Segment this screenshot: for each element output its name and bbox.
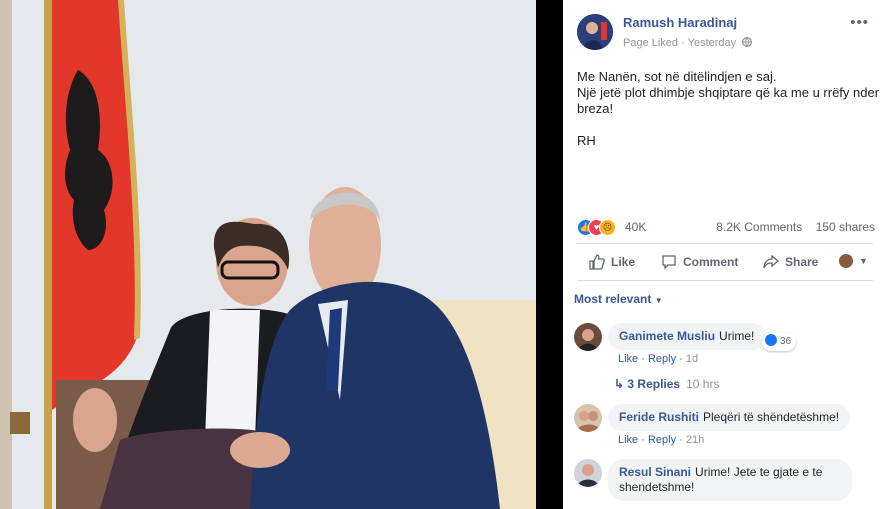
sad-reaction-icon: ☹: [599, 219, 616, 236]
comment-text: Urime!: [719, 329, 755, 343]
post-photo[interactable]: [0, 0, 536, 509]
page-liked-label[interactable]: Page Liked: [623, 37, 678, 49]
divider: [577, 243, 873, 244]
globe-icon: [739, 36, 753, 49]
post-meta: Page Liked · Yesterday: [623, 36, 753, 49]
more-options-button[interactable]: •••: [850, 14, 869, 31]
share-button[interactable]: Share: [763, 254, 818, 270]
replies-time: 10 hrs: [686, 377, 720, 391]
post-text-line: breza!: [577, 101, 614, 116]
sort-label: Most relevant: [574, 292, 652, 306]
author-avatar[interactable]: [577, 14, 613, 50]
chevron-down-icon: ▼: [859, 256, 868, 266]
comment-time[interactable]: 21h: [686, 434, 704, 446]
comment-label: Comment: [683, 255, 739, 269]
share-icon: [763, 254, 779, 269]
author-name[interactable]: Ramush Haradinaj: [623, 15, 737, 30]
comment-like-link[interactable]: Like: [618, 353, 638, 365]
reactions-count[interactable]: 40K: [625, 220, 646, 234]
comment-reply-link[interactable]: Reply: [648, 434, 676, 446]
comment-bubble: Ganimete Musliu Urime!: [608, 323, 766, 350]
chevron-down-icon: ▼: [654, 296, 663, 305]
thumbs-up-icon: [589, 254, 605, 270]
post-actions: Like Comment Share ▼: [577, 248, 873, 276]
comment-button[interactable]: Comment: [661, 254, 738, 270]
photo-illustration: [0, 0, 536, 509]
page-avatar-icon: [839, 254, 853, 268]
post-text: Me Nanën, sot në ditëlindjen e saj. Një …: [577, 69, 880, 149]
post-header: Ramush Haradinaj Page Liked · Yesterday …: [577, 12, 881, 56]
share-label: Share: [785, 255, 819, 269]
post-time[interactable]: Yesterday: [688, 37, 737, 49]
comment-text: shendetshme!: [619, 480, 695, 494]
comment-actions: Like · Reply · 21h: [618, 434, 705, 446]
comment-bubble: Resul Sinani Urime! Jete te gjate e te sh…: [608, 459, 852, 501]
view-replies-link[interactable]: ↳ 3 Replies 10 hrs: [614, 377, 719, 391]
post-stats: 8.2K Comments 150 shares: [716, 220, 875, 234]
commenter-avatar[interactable]: [574, 323, 602, 351]
post-panel: Ramush Haradinaj Page Liked · Yesterday …: [563, 0, 881, 509]
comment-text: Urime! Jete te gjate e te: [695, 465, 823, 479]
post-text-line: Me Nanën, sot në ditëlindjen e saj.: [577, 69, 777, 84]
shares-count[interactable]: 150 shares: [816, 220, 875, 234]
divider: [577, 280, 873, 281]
comment-bubble: Feride Rushiti Pleqëri të shëndetëshme!: [608, 404, 851, 431]
replies-count: 3 Replies: [627, 377, 681, 391]
like-button[interactable]: Like: [589, 254, 635, 270]
post-text-line: RH: [577, 133, 596, 148]
react-as-selector[interactable]: ▼: [839, 254, 868, 268]
commenter-avatar[interactable]: [574, 459, 602, 487]
commenter-avatar[interactable]: [574, 404, 602, 432]
comment-reaction-count: 36: [780, 336, 792, 347]
comment-time[interactable]: 1d: [686, 353, 698, 365]
reactions-bar: 👍 ♥ ☹ 40K 8.2K Comments 150 shares: [577, 218, 875, 236]
comment-icon: [662, 255, 676, 270]
post-text-line: [577, 117, 877, 133]
post-text-line: Një jetë plot dhimbje shqiptare që ka me…: [577, 85, 880, 100]
reaction-icons[interactable]: 👍 ♥ ☹: [577, 218, 623, 236]
commenter-name[interactable]: Ganimete Musliu: [619, 329, 715, 343]
comment-reply-link[interactable]: Reply: [648, 353, 676, 365]
comment-actions: Like · Reply · 1d: [618, 353, 699, 365]
like-reaction-icon: [765, 334, 777, 347]
comments-count[interactable]: 8.2K Comments: [716, 220, 802, 234]
commenter-name[interactable]: Resul Sinani: [619, 465, 691, 479]
comment-like-link[interactable]: Like: [618, 434, 638, 446]
like-label: Like: [611, 255, 636, 269]
comment-sort-selector[interactable]: Most relevant ▼: [574, 292, 663, 306]
commenter-name[interactable]: Feride Rushiti: [619, 410, 699, 424]
comment-reaction-badge[interactable]: 36: [762, 333, 797, 351]
reply-arrow-icon: ↳: [614, 377, 625, 391]
comment-text: Pleqëri të shëndetëshme!: [703, 410, 840, 424]
